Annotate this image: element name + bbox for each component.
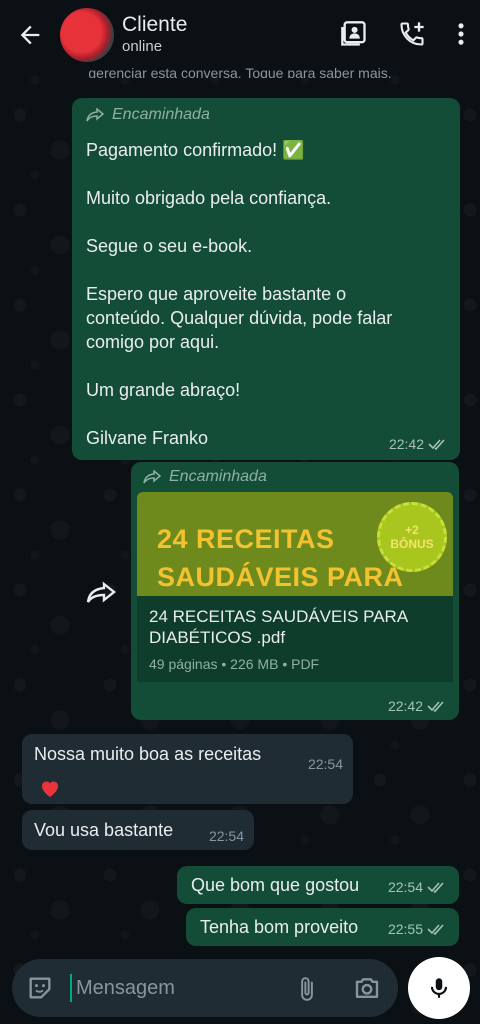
read-receipt-icon (427, 882, 444, 893)
contact-status: online (122, 38, 163, 55)
badge-line2: BÔNUS (390, 537, 434, 551)
message-bubble-outgoing[interactable]: Que bom que gostou 22:54 (177, 866, 459, 904)
back-arrow-icon[interactable] (16, 21, 44, 49)
sticker-emoji-icon[interactable] (26, 974, 54, 1002)
contact-info[interactable]: Cliente online (122, 13, 187, 57)
contact-avatar[interactable] (60, 8, 114, 62)
message-bubble-outgoing[interactable]: Tenha bom proveito 22:55 (186, 908, 459, 946)
document-file-name: 24 RECEITAS SAUDÁVEIS PARA DIABÉTICOS .p… (149, 607, 408, 647)
thumbnail-title-line2: SAUDÁVEIS PARA (157, 562, 404, 592)
camera-icon[interactable] (352, 973, 382, 1003)
text-cursor (70, 974, 72, 1002)
message-text: Pagamento confirmado! ✅ Muito obrigado p… (86, 140, 393, 448)
bonus-badge: +2 BÔNUS (377, 502, 447, 572)
contact-name: Cliente (122, 13, 188, 36)
document-meta: 49 páginas • 226 MB • PDF (149, 656, 320, 672)
attach-paperclip-icon[interactable] (294, 974, 320, 1004)
microphone-button[interactable] (408, 957, 470, 1019)
time-text: 22:54 (208, 828, 244, 844)
forwarded-text: Encaminhada (112, 106, 210, 123)
message-time: 22:54 (388, 879, 447, 895)
message-text: Nossa muito boa as receitas (34, 744, 262, 764)
message-time: 22:42 (388, 698, 447, 714)
system-notice[interactable]: gerenciar esta conversa. Toque para sabe… (0, 62, 480, 78)
message-time: 22:42 (389, 436, 448, 452)
message-composer (12, 959, 398, 1017)
document-info[interactable]: 24 RECEITAS SAUDÁVEIS PARA DIABÉTICOS .p… (137, 596, 453, 682)
thumbnail-title: 24 RECEITAS SAUDÁVEIS PARA (157, 520, 404, 596)
read-receipt-icon (428, 439, 445, 450)
message-time: 22:54 (308, 756, 343, 772)
document-message-bubble[interactable]: Encaminhada 24 RECEITAS SAUDÁVEIS PARA +… (131, 462, 459, 720)
time-text: 22:54 (307, 756, 343, 772)
microphone-icon (430, 978, 448, 998)
message-time: 22:54 (209, 828, 244, 844)
time-text: 22:42 (388, 436, 424, 452)
chat-header: Cliente online (0, 0, 480, 70)
forwarded-text: Encaminhada (169, 468, 267, 485)
heart-reaction-icon[interactable] (38, 776, 62, 800)
more-options-icon[interactable] (456, 20, 466, 48)
time-text: 22:55 (387, 921, 423, 937)
forwarded-icon (143, 470, 161, 484)
read-receipt-icon (427, 924, 444, 935)
message-input[interactable] (74, 975, 278, 1001)
add-call-icon[interactable] (398, 20, 426, 48)
time-text: 22:42 (387, 698, 423, 714)
read-receipt-icon (427, 701, 444, 712)
forwarded-label: Encaminhada (143, 468, 453, 486)
thumbnail-title-line1: 24 RECEITAS (157, 524, 335, 554)
message-bubble-incoming[interactable]: Vou usa bastante 22:54 (22, 810, 254, 850)
message-bubble-outgoing[interactable]: Encaminhada Pagamento confirmado! ✅ Muit… (72, 98, 460, 460)
forwarded-icon (86, 108, 104, 122)
message-time: 22:55 (388, 921, 447, 937)
message-bubble-incoming[interactable]: Nossa muito boa as receitas 22:54 (22, 734, 353, 804)
document-thumbnail[interactable]: 24 RECEITAS SAUDÁVEIS PARA +2 BÔNUS (137, 492, 453, 596)
forwarded-label: Encaminhada (86, 106, 448, 124)
contact-card-icon[interactable] (340, 20, 368, 48)
badge-line1: +2 (405, 523, 419, 537)
forward-share-icon[interactable] (84, 578, 118, 608)
time-text: 22:54 (387, 879, 423, 895)
